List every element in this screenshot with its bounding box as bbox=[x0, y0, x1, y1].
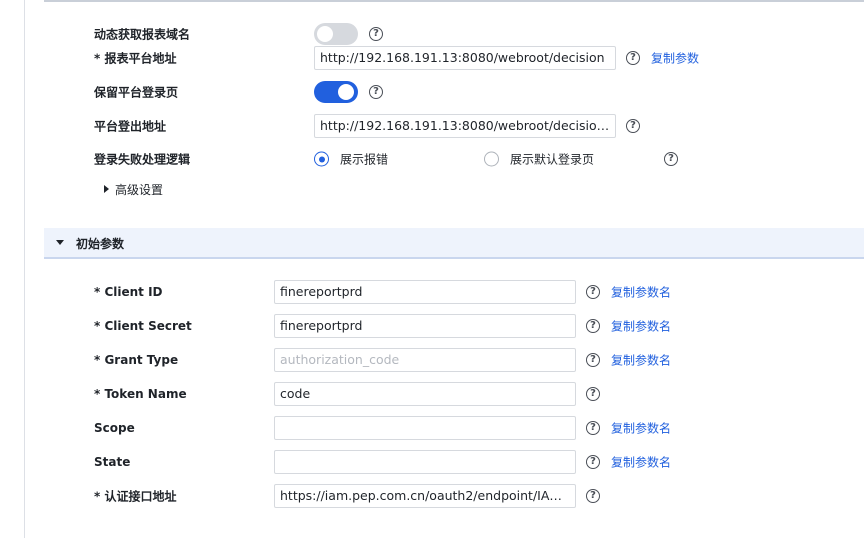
platform-address-input[interactable]: http://192.168.191.13:8080/webroot/decis… bbox=[314, 46, 616, 70]
radio-show-error-label[interactable]: 展示报错 bbox=[340, 151, 388, 168]
top-divider bbox=[44, 0, 864, 2]
token-name-label: * Token Name bbox=[94, 387, 187, 401]
logout-address-label: 平台登出地址 bbox=[94, 119, 167, 134]
param-row-client-secret: * Client Secret finereportprd ? 复制参数名 bbox=[0, 314, 864, 338]
row-keep-login-page: 保留平台登录页 ? bbox=[0, 80, 864, 104]
state-input[interactable] bbox=[274, 450, 576, 474]
client-secret-label: * Client Secret bbox=[94, 319, 192, 333]
param-row-grant-type: * Grant Type authorization_code ? 复制参数名 bbox=[0, 348, 864, 372]
dynamic-domain-label: 动态获取报表域名 bbox=[94, 27, 191, 42]
row-logout-address: 平台登出地址 http://192.168.191.13:8080/webroo… bbox=[0, 114, 864, 138]
dynamic-domain-toggle[interactable] bbox=[314, 23, 358, 45]
question-circle-icon[interactable]: ? bbox=[626, 51, 640, 65]
param-row-scope: Scope ? 复制参数名 bbox=[0, 416, 864, 440]
param-row-client-id: * Client ID finereportprd ? 复制参数名 bbox=[0, 280, 864, 304]
client-id-input[interactable]: finereportprd bbox=[274, 280, 576, 304]
row-dynamic-domain: 动态获取报表域名 ? bbox=[0, 22, 864, 46]
keep-login-page-toggle[interactable] bbox=[314, 81, 358, 103]
platform-address-label: * 报表平台地址 bbox=[94, 51, 177, 66]
advanced-settings-toggle[interactable]: 高级设置 bbox=[104, 181, 163, 198]
param-row-state: State ? 复制参数名 bbox=[0, 450, 864, 474]
copy-param-name-link[interactable]: 复制参数名 bbox=[611, 318, 671, 335]
copy-param-name-link[interactable]: 复制参数名 bbox=[611, 454, 671, 471]
param-row-auth-endpoint: * 认证接口地址 https://iam.pep.com.cn/oauth2/e… bbox=[0, 484, 864, 508]
scope-input[interactable] bbox=[274, 416, 576, 440]
auth-endpoint-label: * 认证接口地址 bbox=[94, 489, 177, 504]
row-login-failure: 登录失败处理逻辑 展示报错 展示默认登录页 ? bbox=[0, 147, 864, 171]
settings-page: 动态获取报表域名 ? * 报表平台地址 http://192.168.191.1… bbox=[0, 0, 864, 538]
question-circle-icon[interactable]: ? bbox=[586, 353, 600, 367]
grant-type-label: * Grant Type bbox=[94, 353, 179, 367]
question-circle-icon[interactable]: ? bbox=[586, 387, 600, 401]
copy-param-name-link[interactable]: 复制参数名 bbox=[611, 420, 671, 437]
toggle-knob bbox=[338, 84, 354, 100]
logout-address-input[interactable]: http://192.168.191.13:8080/webroot/decis… bbox=[314, 114, 616, 138]
client-secret-input[interactable]: finereportprd bbox=[274, 314, 576, 338]
keep-login-page-label: 保留平台登录页 bbox=[94, 85, 179, 100]
question-circle-icon[interactable]: ? bbox=[586, 319, 600, 333]
question-circle-icon[interactable]: ? bbox=[586, 489, 600, 503]
question-circle-icon[interactable]: ? bbox=[369, 27, 383, 41]
state-label: State bbox=[94, 455, 131, 469]
radio-show-default-login[interactable] bbox=[484, 151, 499, 167]
client-id-label: * Client ID bbox=[94, 285, 163, 299]
row-platform-address: * 报表平台地址 http://192.168.191.13:8080/webr… bbox=[0, 46, 864, 70]
copy-param-name-link[interactable]: 复制参数名 bbox=[611, 352, 671, 369]
question-circle-icon[interactable]: ? bbox=[664, 152, 678, 166]
auth-endpoint-input[interactable]: https://iam.pep.com.cn/oauth2/endpoint/I… bbox=[274, 484, 576, 508]
toggle-knob bbox=[317, 26, 333, 42]
param-row-token-name: * Token Name code ? bbox=[0, 382, 864, 406]
radio-show-error[interactable] bbox=[314, 151, 329, 167]
section-header-initial-params[interactable]: 初始参数 bbox=[44, 228, 864, 259]
question-circle-icon[interactable]: ? bbox=[586, 421, 600, 435]
copy-param-link[interactable]: 复制参数 bbox=[651, 50, 699, 67]
scope-label: Scope bbox=[94, 421, 135, 435]
radio-show-default-login-label[interactable]: 展示默认登录页 bbox=[510, 151, 594, 168]
login-failure-label: 登录失败处理逻辑 bbox=[94, 152, 191, 167]
caret-right-icon bbox=[104, 185, 109, 193]
copy-param-name-link[interactable]: 复制参数名 bbox=[611, 284, 671, 301]
section-title: 初始参数 bbox=[76, 237, 125, 251]
caret-down-icon bbox=[56, 240, 64, 245]
question-circle-icon[interactable]: ? bbox=[626, 119, 640, 133]
question-circle-icon[interactable]: ? bbox=[586, 285, 600, 299]
advanced-settings-label: 高级设置 bbox=[115, 183, 164, 197]
question-circle-icon[interactable]: ? bbox=[369, 85, 383, 99]
grant-type-input: authorization_code bbox=[274, 348, 576, 372]
token-name-input[interactable]: code bbox=[274, 382, 576, 406]
question-circle-icon[interactable]: ? bbox=[586, 455, 600, 469]
